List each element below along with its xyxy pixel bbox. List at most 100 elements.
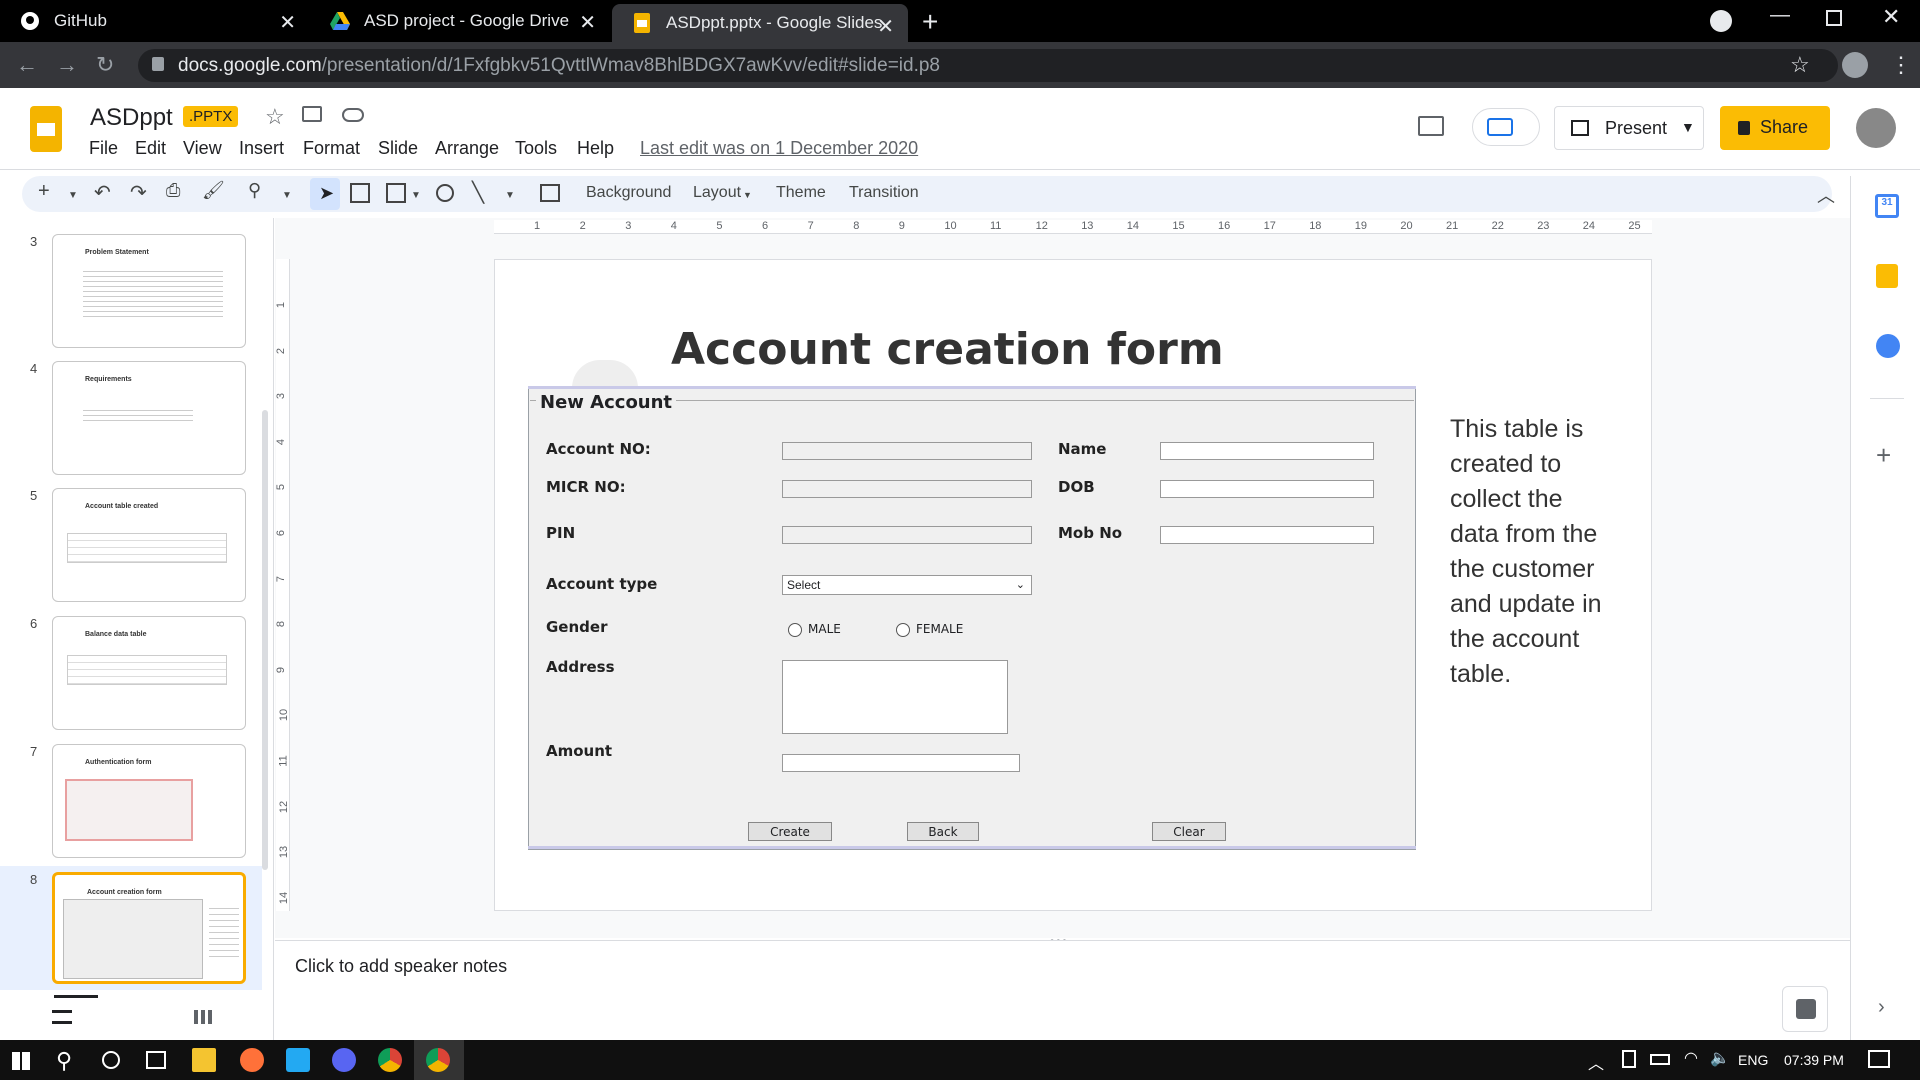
menu-format[interactable]: Format (303, 138, 360, 159)
language-indicator[interactable]: ENG (1738, 1052, 1768, 1068)
filmstrip-scrollbar[interactable] (262, 410, 268, 870)
select-tool-icon[interactable]: ➤ (310, 178, 340, 210)
close-icon[interactable]: ✕ (579, 10, 596, 35)
undo-icon[interactable]: ↶ (94, 180, 111, 205)
device-icon[interactable] (1622, 1050, 1636, 1068)
reload-icon[interactable]: ↻ (96, 52, 114, 78)
redo-icon[interactable]: ↷ (130, 180, 147, 205)
chevron-down-icon[interactable]: ▼ (743, 190, 752, 200)
cloud-status-icon[interactable] (342, 108, 364, 122)
chevron-down-icon[interactable]: ▼ (68, 190, 78, 201)
back-icon[interactable]: ← (16, 52, 38, 78)
chevron-down-icon[interactable]: ▼ (505, 190, 515, 201)
slide-thumbnail-4[interactable]: Requirements (52, 361, 246, 475)
url-input[interactable]: docs.google.com/presentation/d/1Fxfgbkv5… (138, 49, 1838, 82)
slide-title[interactable]: Account creation form (671, 324, 1224, 375)
menu-arrange[interactable]: Arrange (435, 138, 499, 159)
volume-icon[interactable]: 🔈 (1710, 1048, 1730, 1068)
text-box-icon[interactable] (350, 183, 370, 203)
tab-drive[interactable]: ASD project - Google Drive ✕ (310, 0, 610, 42)
notifications-icon[interactable] (1868, 1050, 1890, 1068)
new-slide-icon[interactable]: + (38, 180, 50, 203)
comments-icon[interactable] (1418, 116, 1444, 136)
chevron-up-icon[interactable]: ︿ (1588, 1050, 1604, 1074)
tab-github[interactable]: GitHub ✕ (0, 0, 310, 42)
share-button[interactable]: Share (1720, 106, 1830, 150)
menu-file[interactable]: File (89, 138, 118, 159)
new-tab-button[interactable]: + (922, 6, 938, 38)
battery-icon[interactable] (1650, 1054, 1670, 1065)
menu-view[interactable]: View (183, 138, 222, 159)
keep-icon[interactable] (1876, 264, 1898, 288)
bookmark-star-icon[interactable]: ☆ (1790, 52, 1810, 78)
search-icon[interactable]: ⚲ (56, 1048, 72, 1074)
clock[interactable]: 07:39 PM (1784, 1052, 1844, 1068)
slide-thumbnail-8[interactable]: Account creation form (52, 872, 246, 984)
task-view-icon[interactable] (146, 1051, 166, 1069)
zoom-icon[interactable]: ⚲ (248, 180, 261, 201)
transition-button[interactable]: Transition (849, 184, 919, 202)
tab-slides[interactable]: ASDppt.pptx - Google Slides ✕ (612, 4, 908, 42)
file-explorer-icon[interactable] (192, 1048, 216, 1072)
menu-insert[interactable]: Insert (239, 138, 284, 159)
chevron-down-icon[interactable]: ▼ (1681, 119, 1695, 135)
paint-format-icon[interactable]: 🖌 (202, 180, 225, 201)
menu-edit[interactable]: Edit (135, 138, 166, 159)
chrome-icon[interactable] (378, 1048, 402, 1072)
slide-side-text[interactable]: This table is created to collect the dat… (1450, 412, 1610, 692)
menu-help[interactable]: Help (577, 138, 614, 159)
account-avatar[interactable] (1856, 108, 1896, 148)
slide-thumbnail-3[interactable]: Problem Statement (52, 234, 246, 348)
tab-search-icon[interactable] (1710, 10, 1732, 32)
ruler-tick-label: 1 (534, 220, 541, 232)
forward-icon[interactable]: → (56, 52, 78, 78)
firefox-icon[interactable] (240, 1048, 264, 1072)
wifi-icon[interactable]: ◠ (1684, 1048, 1698, 1068)
present-button[interactable]: Present ▼ (1554, 106, 1704, 150)
grid-view-icon[interactable] (194, 1010, 212, 1024)
chevron-right-icon[interactable]: › (1878, 996, 1885, 1019)
menu-slide[interactable]: Slide (378, 138, 418, 159)
slide-number: 5 (30, 488, 38, 503)
maximize-button[interactable] (1826, 10, 1842, 26)
slides-logo-icon[interactable] (30, 106, 62, 152)
background-button[interactable]: Background (586, 184, 671, 202)
line-icon[interactable]: ╲ (472, 180, 484, 205)
vscode-icon[interactable] (286, 1048, 310, 1072)
move-folder-icon[interactable] (302, 106, 322, 122)
chevron-down-icon[interactable]: ▼ (282, 190, 292, 201)
layout-button[interactable]: Layout (693, 184, 741, 202)
present-options-button[interactable] (1472, 108, 1540, 146)
tasks-icon[interactable] (1876, 334, 1900, 358)
calendar-icon[interactable]: 31 (1875, 194, 1899, 218)
discord-icon[interactable] (332, 1048, 356, 1072)
close-icon[interactable]: ✕ (279, 10, 296, 35)
collapse-toolbar-icon[interactable]: ︿ (1817, 182, 1835, 208)
cortana-icon[interactable] (102, 1051, 120, 1069)
theme-button[interactable]: Theme (776, 184, 826, 202)
star-icon[interactable]: ☆ (265, 104, 285, 130)
document-title[interactable]: ASDppt (90, 104, 173, 132)
last-edit-link[interactable]: Last edit was on 1 December 2020 (640, 138, 918, 159)
filmstrip-view-icon[interactable] (52, 1010, 72, 1024)
menu-tools[interactable]: Tools (515, 138, 557, 159)
print-icon[interactable]: ⎙ (166, 180, 180, 201)
minimize-button[interactable]: — (1770, 4, 1790, 27)
slide-thumbnail-7[interactable]: Authentication form (52, 744, 246, 858)
close-icon[interactable]: ✕ (877, 14, 894, 39)
profile-avatar[interactable] (1842, 52, 1868, 78)
chevron-down-icon[interactable]: ▼ (411, 190, 421, 201)
speaker-notes-input[interactable]: Click to add speaker notes (295, 956, 507, 977)
chrome-icon[interactable] (426, 1048, 450, 1072)
image-icon[interactable] (386, 183, 406, 203)
add-addon-icon[interactable]: + (1876, 440, 1891, 471)
slide-thumbnail-6[interactable]: Balance data table (52, 616, 246, 730)
comment-add-icon[interactable] (540, 184, 560, 202)
explore-button[interactable] (1782, 986, 1828, 1032)
close-window-button[interactable]: ✕ (1882, 4, 1900, 30)
ruler-tick-label: 1 (275, 301, 288, 309)
shape-icon[interactable] (436, 184, 454, 202)
windows-start-icon[interactable] (12, 1052, 30, 1070)
slide-thumbnail-5[interactable]: Account table created (52, 488, 246, 602)
browser-menu-icon[interactable]: ⋮ (1890, 52, 1912, 78)
